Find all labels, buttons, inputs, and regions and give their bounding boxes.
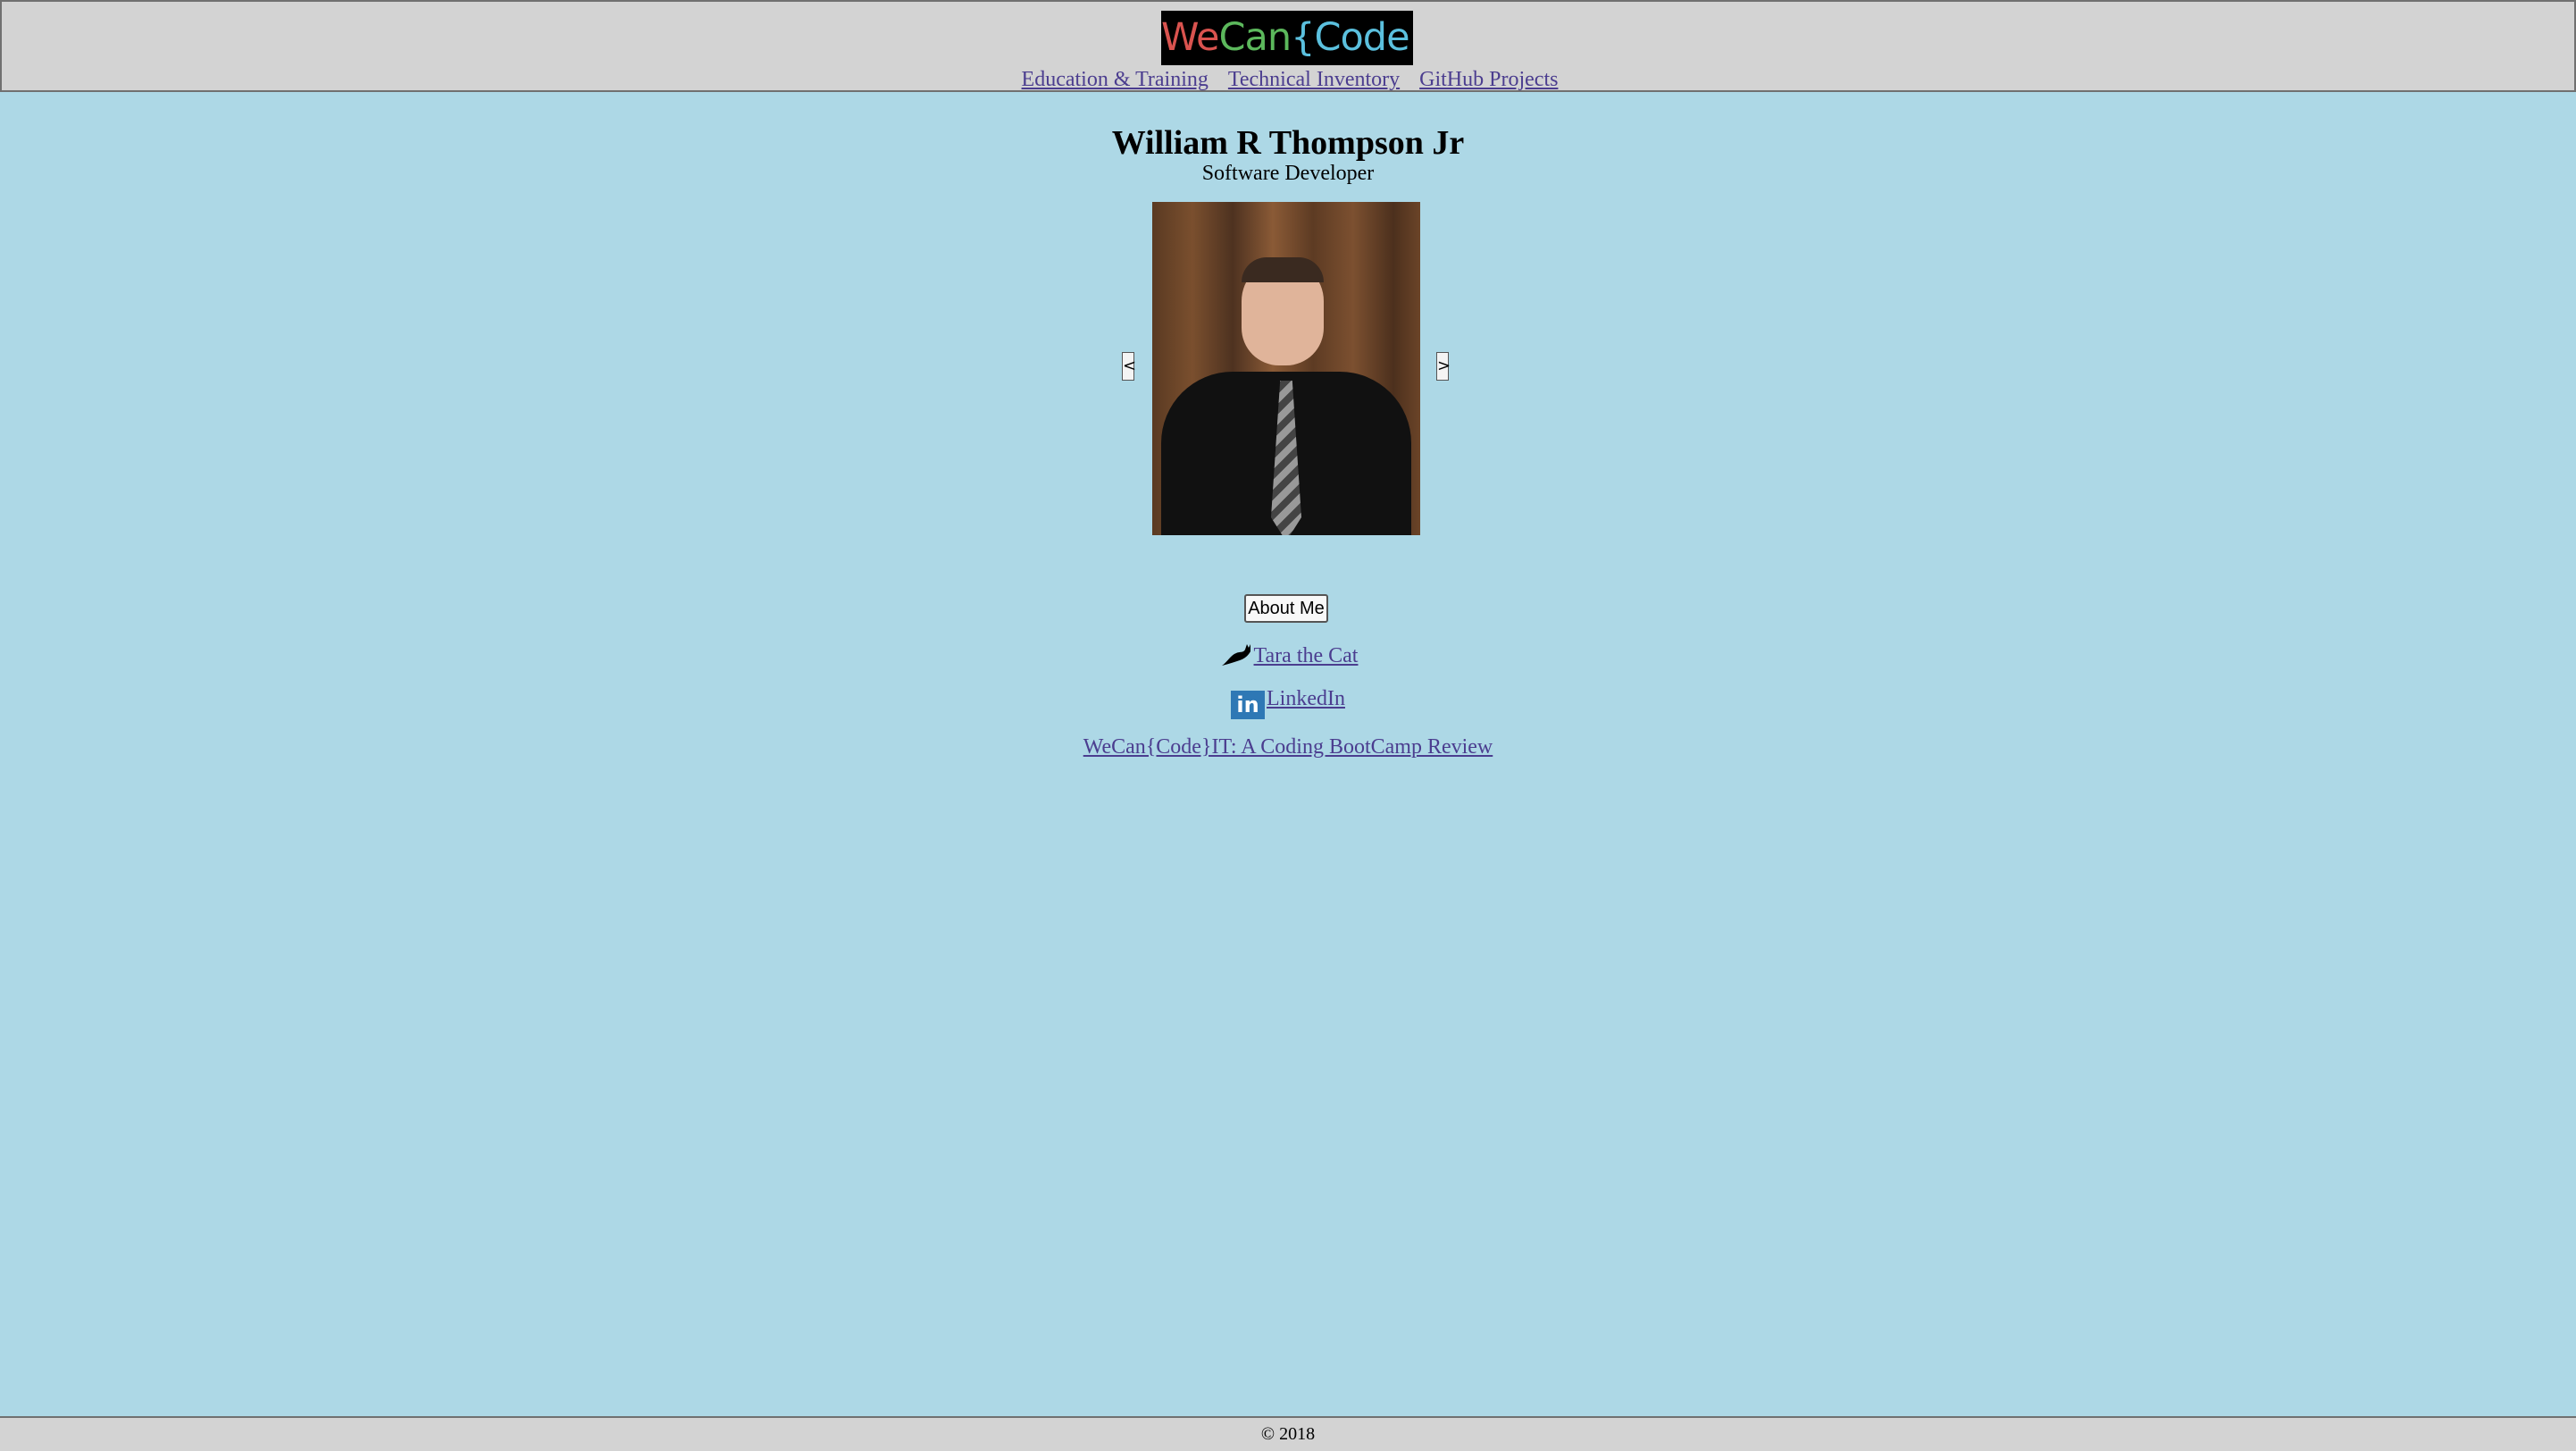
profile-name: William R Thompson Jr [1111, 124, 1465, 162]
nav-education-training[interactable]: Education & Training [1022, 68, 1209, 91]
photo-hair-shape [1242, 257, 1324, 282]
carousel-next-button[interactable]: > [1436, 352, 1451, 381]
logo-part-can: Can [1218, 15, 1292, 60]
tara-the-cat-link[interactable]: Tara the Cat [1254, 644, 1359, 667]
linkedin-link-row: in LinkedIn [0, 687, 2576, 719]
about-me-button[interactable]: About Me [1244, 594, 1328, 623]
linkedin-icon[interactable]: in [1231, 691, 1265, 719]
nav-github-projects[interactable]: GitHub Projects [1419, 68, 1558, 91]
logo-part-code: {Code} [1291, 15, 1413, 60]
cat-link-row: Tara the Cat [0, 639, 2576, 668]
site-header: WeCan{Code}IT Education & Training Techn… [0, 0, 2576, 92]
site-footer: © 2018 [0, 1416, 2576, 1451]
nav-technical-inventory[interactable]: Technical Inventory [1228, 68, 1400, 91]
site-logo[interactable]: WeCan{Code}IT [1161, 11, 1413, 65]
copyright-text: © 2018 [1260, 1424, 1316, 1444]
logo-part-we: We [1161, 15, 1219, 60]
carousel-prev-button[interactable]: < [1122, 352, 1136, 381]
profile-photo [1152, 202, 1420, 535]
main-nav: Education & Training Technical Inventory… [2, 68, 2576, 92]
linkedin-link[interactable]: LinkedIn [1267, 687, 1345, 710]
wcci-review-link[interactable]: WeCan{Code}IT: A Coding BootCamp Review [1083, 735, 1493, 759]
wcci-review-link-row: WeCan{Code}IT: A Coding BootCamp Review [0, 735, 2576, 759]
profile-role: Software Developer [1201, 162, 1375, 185]
cat-icon [1221, 644, 1250, 666]
